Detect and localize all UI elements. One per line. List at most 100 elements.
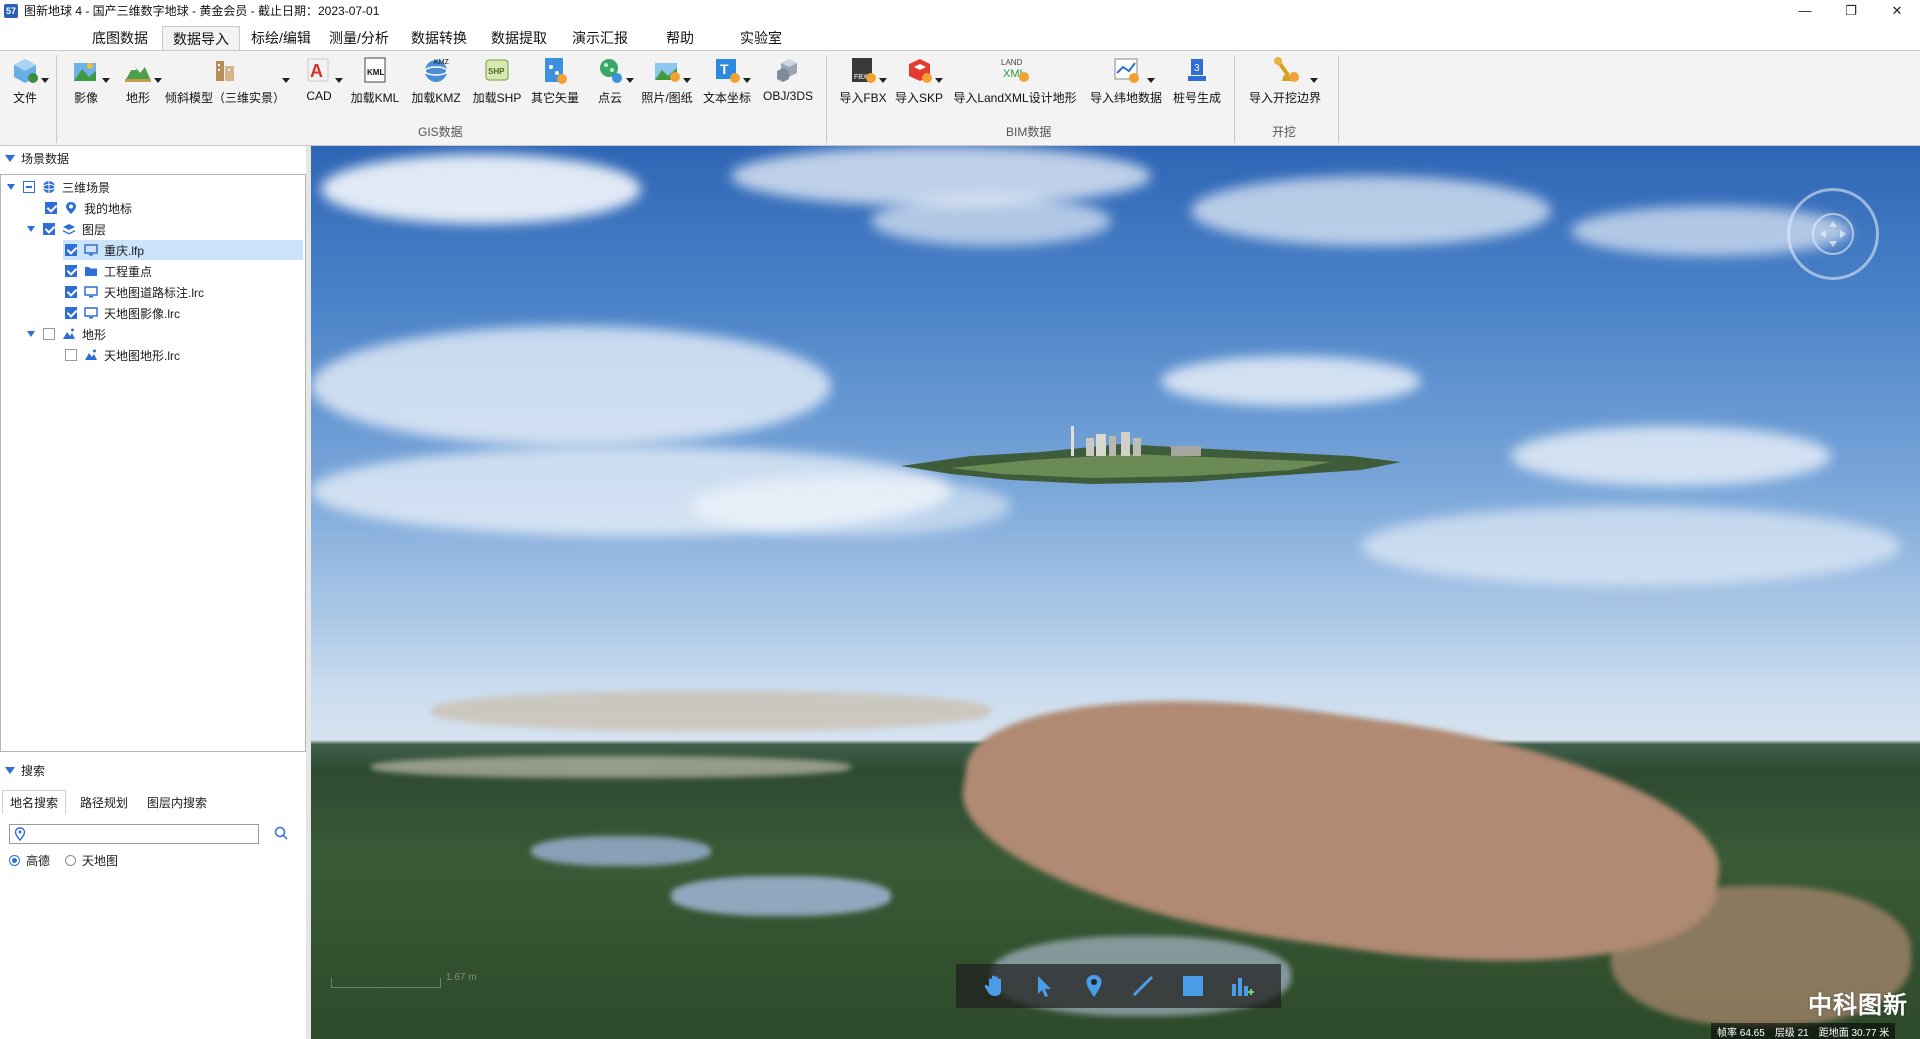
load-shp-button[interactable]: SHP 加载SHP — [470, 55, 524, 113]
source-tianditu[interactable]: 天地图 — [65, 852, 118, 868]
import-fbx-button[interactable]: FBX 导入FBX — [838, 55, 888, 113]
tree-row-project-focus[interactable]: 工程重点 — [65, 261, 303, 281]
menu-tab-measure[interactable]: 测量/分析 — [322, 26, 396, 50]
import-excavation-boundary-button[interactable]: 导入开挖边界 — [1246, 55, 1324, 113]
search-panel-title: 搜索 — [21, 763, 46, 778]
minimize-button[interactable]: — — [1782, 0, 1828, 21]
draw-polygon-icon[interactable] — [1179, 972, 1207, 1000]
close-button[interactable]: ✕ — [1874, 0, 1920, 21]
scene-panel-header[interactable]: 场景数据 — [0, 147, 312, 169]
radio-tianditu[interactable] — [65, 854, 76, 866]
search-tabs: 地名搜索 路径规划 图层内搜索 — [0, 790, 312, 814]
menu-tab-help[interactable]: 帮助 — [652, 26, 708, 50]
folder-icon — [84, 264, 98, 278]
monitor-icon — [84, 285, 98, 299]
scale-label: 1.67 m — [446, 972, 477, 983]
compass-center[interactable] — [1812, 213, 1854, 255]
oblique-3d-model[interactable] — [891, 426, 1411, 506]
menu-tab-extract[interactable]: 数据提取 — [482, 26, 556, 50]
collapse-triangle-icon — [5, 154, 15, 162]
building-roof — [531, 836, 711, 866]
tree-checkbox[interactable] — [23, 181, 35, 193]
menu-tab-plot-edit[interactable]: 标绘/编辑 — [244, 26, 318, 50]
model-cubes-icon — [773, 55, 803, 85]
svg-text:LAND: LAND — [1001, 58, 1023, 67]
import-landxml-button[interactable]: LAND XML 导入LandXML设计地形 — [950, 55, 1080, 113]
import-skp-button[interactable]: 导入SKP — [894, 55, 944, 113]
chart-analysis-icon[interactable] — [1228, 972, 1256, 1000]
photo-drawing-button[interactable]: 照片/图纸 — [638, 55, 696, 113]
terrain-button[interactable]: 地形 — [122, 55, 162, 113]
group-label-excavation: 开挖 — [1272, 125, 1297, 139]
obj-3ds-button[interactable]: OBJ/3DS — [762, 55, 814, 113]
tree-row-3d-scene[interactable]: 三维场景 — [5, 177, 303, 197]
import-weidi-button[interactable]: 导入纬地数据 — [1090, 55, 1162, 113]
draw-line-icon[interactable] — [1129, 972, 1157, 1000]
file-button[interactable]: 文件 — [6, 55, 49, 113]
expand-toggle-icon[interactable] — [5, 181, 17, 193]
search-panel-header[interactable]: 搜索 — [0, 759, 312, 781]
menu-tab-convert[interactable]: 数据转换 — [402, 26, 476, 50]
load-kml-button[interactable]: KML 加载KML — [348, 55, 402, 113]
navigation-compass[interactable] — [1787, 188, 1879, 280]
radio-gaode[interactable] — [9, 854, 20, 866]
hand-pan-icon[interactable] — [981, 972, 1009, 1000]
menu-tab-present[interactable]: 演示汇报 — [563, 26, 637, 50]
load-kmz-button[interactable]: KMZ 加载KMZ — [408, 55, 464, 113]
search-input[interactable] — [9, 824, 259, 844]
cad-button[interactable]: A CAD — [302, 55, 343, 113]
source-gaode[interactable]: 高德 — [9, 852, 50, 868]
window-controls: — ❐ ✕ — [1782, 0, 1920, 21]
tree-checkbox[interactable] — [65, 244, 77, 256]
expand-toggle-icon[interactable] — [25, 223, 37, 235]
tree-row-chongqing-lfp[interactable]: 重庆.lfp — [63, 240, 303, 260]
search-icon[interactable] — [274, 826, 288, 843]
svg-text:FBX: FBX — [854, 74, 868, 81]
cloud — [1191, 176, 1551, 246]
view-toolbar — [956, 964, 1281, 1008]
tree-checkbox[interactable] — [43, 328, 55, 340]
other-vector-button[interactable]: 其它矢量 — [530, 55, 580, 113]
building-model-icon — [210, 55, 290, 85]
tree-checkbox[interactable] — [65, 307, 77, 319]
maximize-button[interactable]: ❐ — [1828, 0, 1874, 21]
tree-row-terrain-lrc[interactable]: 天地图地形.lrc — [65, 345, 303, 365]
tab-layer-search[interactable]: 图层内搜索 — [140, 790, 214, 814]
tab-route-planning[interactable]: 路径规划 — [72, 790, 136, 814]
weidi-data-icon — [1111, 55, 1155, 85]
tree-row-imagery[interactable]: 天地图影像.lrc — [65, 303, 303, 323]
menu-tab-data-import[interactable]: 数据导入 — [162, 26, 240, 50]
tree-row-my-landmarks[interactable]: 我的地标 — [45, 198, 303, 218]
tree-label: 天地图地形.lrc — [104, 348, 180, 363]
tab-place-search[interactable]: 地名搜索 — [2, 790, 66, 814]
tree-row-terrain[interactable]: 地形 — [25, 324, 303, 344]
point-cloud-button[interactable]: 点云 — [594, 55, 634, 113]
text-coordinate-button[interactable]: T 文本坐标 — [702, 55, 752, 113]
3d-viewport[interactable]: 1.67 m 中科图新 帧率 64.65 层级 21 距地面 30.77 米 — [311, 146, 1920, 1039]
expand-toggle-icon[interactable] — [25, 328, 37, 340]
svg-text:T: T — [720, 61, 729, 77]
stake-generate-button[interactable]: 3 桩号生成 — [1172, 55, 1222, 113]
collapse-triangle-icon — [5, 766, 15, 774]
menu-tab-basemap[interactable]: 底图数据 — [86, 26, 154, 50]
app-logo-icon: 57 — [4, 3, 18, 18]
oblique-model-button[interactable]: 倾斜模型（三维实景） — [165, 55, 290, 113]
place-marker-icon[interactable] — [1080, 972, 1108, 1000]
terrain-road — [371, 756, 851, 778]
cad-icon: A — [304, 55, 343, 85]
tree-row-layers[interactable]: 图层 — [25, 219, 303, 239]
imagery-button[interactable]: 影像 — [68, 55, 110, 113]
watermark-logo: 中科图新 — [1808, 992, 1908, 1019]
menu-tab-lab[interactable]: 实验室 — [728, 26, 794, 50]
tree-checkbox[interactable] — [45, 202, 57, 214]
tree-checkbox[interactable] — [65, 265, 77, 277]
tree-checkbox[interactable] — [65, 349, 77, 361]
landxml-icon: LAND XML — [1000, 55, 1030, 85]
ribbon: 文件 影像 地形 倾斜模型（三维实景） A CAD KML 加载KML KMZ … — [0, 50, 1920, 146]
tree-checkbox[interactable] — [43, 223, 55, 235]
tree-row-road-labels[interactable]: 天地图道路标注.lrc — [65, 282, 303, 302]
select-arrow-icon[interactable] — [1030, 972, 1058, 1000]
tree-checkbox[interactable] — [65, 286, 77, 298]
cloud — [1511, 426, 1831, 486]
svg-text:A: A — [310, 61, 323, 81]
